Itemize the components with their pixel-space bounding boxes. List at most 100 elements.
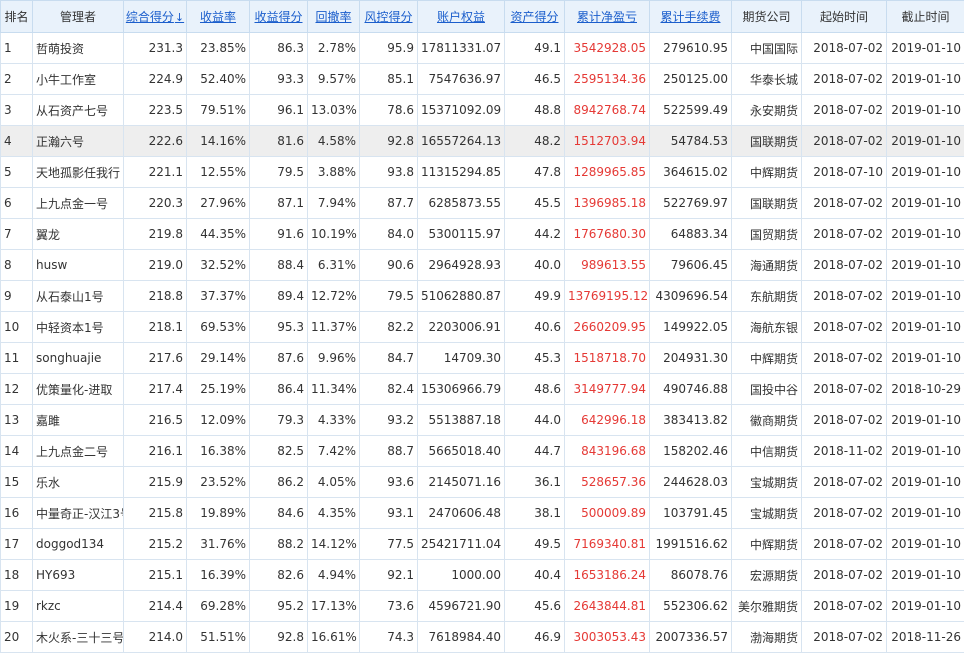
cell-manager[interactable]: 中轻资本1号 [32,311,124,343]
header-equity[interactable]: 账户权益 [417,0,505,33]
table-row[interactable]: 8 husw 219.0 32.52% 88.4 6.31% 90.6 2964928.93 4… [0,249,964,281]
cell-drawdown: 3.88% [307,156,360,188]
header-end-time: 截止时间 [886,0,964,33]
cell-manager[interactable]: 从石资产七号 [32,94,124,126]
cell-rank: 9 [0,280,33,312]
cell-manager[interactable]: 乐水 [32,466,124,498]
table-row[interactable]: 17 doggod134 215.2 31.76% 88.2 14.12% 77.5 2542… [0,528,964,560]
header-fees[interactable]: 累计手续费 [649,0,732,33]
cell-start-time: 2018-07-02 [801,280,887,312]
cell-manager[interactable]: 天地孤影任我行 [32,156,124,188]
table-row[interactable]: 15 乐水 215.9 23.52% 86.2 4.05% 93.6 2145071.16 36… [0,466,964,498]
cell-risk-score: 84.0 [359,218,418,250]
cell-end-time: 2019-01-10 [886,466,964,498]
cell-rank: 2 [0,63,33,95]
header-return-score[interactable]: 收益得分 [249,0,308,33]
table-row[interactable]: 10 中轻资本1号 218.1 69.53% 95.3 11.37% 82.2 2203006… [0,311,964,343]
cell-net-pnl: 7169340.81 [564,528,650,560]
cell-manager[interactable]: 上九点金二号 [32,435,124,467]
cell-manager[interactable]: HY693 [32,559,124,591]
cell-risk-score: 93.6 [359,466,418,498]
cell-rank: 15 [0,466,33,498]
cell-futures-company: 国联期货 [731,125,802,157]
table-row[interactable]: 2 小牛工作室 224.9 52.40% 93.3 9.57% 85.1 7547636.97… [0,63,964,95]
cell-manager[interactable]: 翼龙 [32,218,124,250]
cell-start-time: 2018-07-02 [801,497,887,529]
cell-equity: 16557264.13 [417,125,505,157]
cell-risk-score: 93.1 [359,497,418,529]
cell-equity: 2145071.16 [417,466,505,498]
cell-manager[interactable]: 优策量化-进取 [32,373,124,405]
cell-total-score: 215.1 [123,559,187,591]
table-row[interactable]: 16 中量奇正-汉江3号 215.8 19.89% 84.6 4.35% 93.1 24706… [0,497,964,529]
cell-return-score: 82.6 [249,559,308,591]
table-row[interactable]: 12 优策量化-进取 217.4 25.19% 86.4 11.34% 82.4 153069… [0,373,964,405]
cell-manager[interactable]: 中量奇正-汉江3号 [32,497,124,529]
cell-drawdown: 6.31% [307,249,360,281]
cell-manager[interactable]: 木火系-三十三号 [32,621,124,653]
cell-manager[interactable]: 正瀚六号 [32,125,124,157]
cell-futures-company: 海航东银 [731,311,802,343]
header-rank: 排名 [0,0,33,33]
cell-end-time: 2019-01-10 [886,435,964,467]
table-row[interactable]: 5 天地孤影任我行 221.1 12.55% 79.5 3.88% 93.8 11315294… [0,156,964,188]
cell-end-time: 2019-01-10 [886,63,964,95]
cell-return-rate: 29.14% [186,342,250,374]
cell-manager[interactable]: songhuajie [32,342,124,374]
cell-fees: 79606.45 [649,249,732,281]
cell-drawdown: 4.58% [307,125,360,157]
table-row[interactable]: 4 正瀚六号 222.6 14.16% 81.6 4.58% 92.8 16557264.13… [0,125,964,157]
header-asset-score[interactable]: 资产得分 [504,0,565,33]
cell-futures-company: 东航期货 [731,280,802,312]
header-return-rate[interactable]: 收益率 [186,0,250,33]
cell-manager[interactable]: doggod134 [32,528,124,560]
cell-asset-score: 45.5 [504,187,565,219]
cell-total-score: 218.8 [123,280,187,312]
table-row[interactable]: 1 哲萌投资 231.3 23.85% 86.3 2.78% 95.9 17811331.07… [0,32,964,64]
cell-net-pnl: 3542928.05 [564,32,650,64]
cell-return-rate: 69.53% [186,311,250,343]
cell-drawdown: 4.35% [307,497,360,529]
cell-fees: 54784.53 [649,125,732,157]
table-row[interactable]: 20 木火系-三十三号 214.0 51.51% 92.8 16.61% 74.3 76189… [0,621,964,653]
cell-drawdown: 4.94% [307,559,360,591]
cell-futures-company: 中辉期货 [731,342,802,374]
cell-manager[interactable]: 上九点金一号 [32,187,124,219]
cell-return-rate: 44.35% [186,218,250,250]
table-row[interactable]: 13 嘉雎 216.5 12.09% 79.3 4.33% 93.2 5513887.18 44… [0,404,964,436]
cell-equity: 5300115.97 [417,218,505,250]
cell-manager[interactable]: husw [32,249,124,281]
table-row[interactable]: 9 从石泰山1号 218.8 37.37% 89.4 12.72% 79.5 51062880… [0,280,964,312]
cell-asset-score: 40.0 [504,249,565,281]
cell-fees: 279610.95 [649,32,732,64]
header-risk-score[interactable]: 风控得分 [359,0,418,33]
header-drawdown[interactable]: 回撤率 [307,0,360,33]
table-row[interactable]: 19 rkzc 214.4 69.28% 95.2 17.13% 73.6 4596721.9… [0,590,964,622]
cell-rank: 20 [0,621,33,653]
cell-asset-score: 44.7 [504,435,565,467]
table-row[interactable]: 14 上九点金二号 216.1 16.38% 82.5 7.42% 88.7 5665018.… [0,435,964,467]
cell-net-pnl: 13769195.12 [564,280,650,312]
cell-start-time: 2018-07-02 [801,218,887,250]
cell-rank: 3 [0,94,33,126]
cell-return-score: 82.5 [249,435,308,467]
table-row[interactable]: 7 翼龙 219.8 44.35% 91.6 10.19% 84.0 5300115.97 44… [0,218,964,250]
cell-manager[interactable]: 从石泰山1号 [32,280,124,312]
table-row[interactable]: 6 上九点金一号 220.3 27.96% 87.1 7.94% 87.7 6285873.5… [0,187,964,219]
cell-manager[interactable]: 嘉雎 [32,404,124,436]
cell-risk-score: 73.6 [359,590,418,622]
cell-total-score: 214.0 [123,621,187,653]
cell-manager[interactable]: rkzc [32,590,124,622]
table-row[interactable]: 3 从石资产七号 223.5 79.51% 96.1 13.03% 78.6 15371092… [0,94,964,126]
table-row[interactable]: 18 HY693 215.1 16.39% 82.6 4.94% 92.1 1000.00 40… [0,559,964,591]
header-total-score[interactable]: 综合得分↓ [123,0,187,33]
cell-manager[interactable]: 哲萌投资 [32,32,124,64]
cell-futures-company: 中辉期货 [731,156,802,188]
cell-manager[interactable]: 小牛工作室 [32,63,124,95]
table-row[interactable]: 11 songhuajie 217.6 29.14% 87.6 9.96% 84.7 1470… [0,342,964,374]
cell-total-score: 217.6 [123,342,187,374]
cell-return-rate: 12.09% [186,404,250,436]
header-net-pnl[interactable]: 累计净盈亏 [564,0,650,33]
cell-total-score: 221.1 [123,156,187,188]
cell-risk-score: 92.8 [359,125,418,157]
